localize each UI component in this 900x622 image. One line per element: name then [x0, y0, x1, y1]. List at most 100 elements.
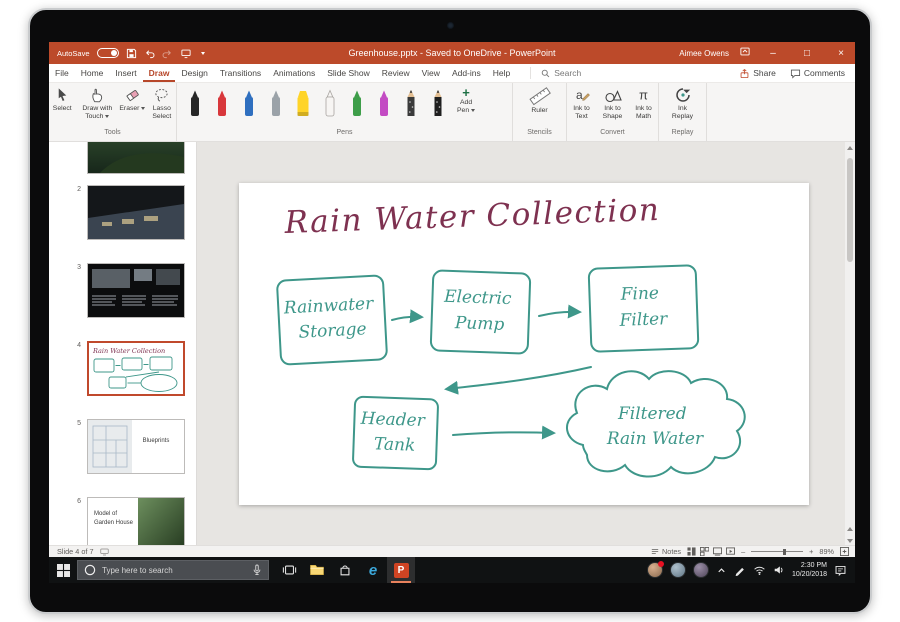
tab-help[interactable]: Help	[487, 64, 516, 82]
pen-red[interactable]	[208, 88, 235, 124]
reading-view-icon[interactable]	[713, 547, 722, 556]
pen-blue[interactable]	[235, 88, 262, 124]
pen-silver[interactable]	[262, 88, 289, 124]
thumbnail-number: 5	[65, 420, 81, 427]
edge-button[interactable]: e	[359, 557, 387, 583]
slide-sorter-view-icon[interactable]	[700, 547, 709, 556]
ruler-button[interactable]: Ruler	[518, 86, 562, 129]
people-avatar-1[interactable]	[647, 562, 663, 578]
action-center-icon[interactable]	[834, 564, 847, 577]
search-box[interactable]: Search	[530, 67, 581, 80]
zoom-slider[interactable]	[751, 548, 803, 556]
pen-black[interactable]	[181, 88, 208, 124]
powerpoint-taskbar-button[interactable]: P	[387, 557, 415, 583]
highlighter-yellow[interactable]	[289, 88, 316, 124]
ink-to-shape-button[interactable]: Ink to Shape	[598, 86, 627, 129]
next-slide-button[interactable]	[845, 536, 855, 543]
close-button[interactable]: ×	[829, 42, 853, 64]
notes-button[interactable]: Notes	[651, 547, 681, 556]
add-pen-button[interactable]: + Add Pen	[457, 86, 475, 129]
ink-to-math-button[interactable]: π Ink to Math	[629, 86, 658, 129]
ink-to-text-button[interactable]: a Ink to Text	[567, 86, 596, 129]
share-icon	[739, 68, 750, 79]
tab-design[interactable]: Design	[175, 64, 213, 82]
thumbnail-slide-2[interactable]	[87, 185, 185, 240]
scroll-up-icon[interactable]	[847, 146, 853, 150]
pen-magenta[interactable]	[370, 88, 397, 124]
people-avatar-2[interactable]	[670, 562, 686, 578]
tab-transitions[interactable]: Transitions	[214, 64, 267, 82]
customize-qat-icon[interactable]	[201, 52, 205, 55]
share-label: Share	[753, 68, 776, 78]
svg-text:Model of: Model of	[94, 511, 117, 517]
powerpoint-icon: P	[394, 563, 409, 578]
tab-view[interactable]: View	[416, 64, 446, 82]
undo-icon[interactable]	[144, 48, 155, 59]
tab-insert[interactable]: Insert	[109, 64, 142, 82]
present-icon[interactable]	[180, 48, 192, 59]
comments-button[interactable]: Comments	[790, 68, 845, 79]
ink-box-fine-filter	[589, 265, 699, 352]
scrollbar-thumb[interactable]	[847, 158, 853, 262]
tray-chevron-up-icon[interactable]	[716, 565, 727, 576]
tab-draw[interactable]: Draw	[143, 64, 176, 82]
surface-pen-icon[interactable]	[734, 564, 746, 576]
tab-home[interactable]: Home	[75, 64, 110, 82]
select-button[interactable]: Select	[49, 86, 75, 129]
zoom-percent[interactable]: 89%	[819, 547, 834, 556]
user-name[interactable]: Aimee Owens	[679, 49, 729, 58]
clock[interactable]: 2:30 PM 10/20/2018	[792, 561, 827, 579]
normal-view-icon[interactable]	[687, 547, 696, 556]
pen-white[interactable]	[316, 88, 343, 124]
thumbnail-slide-3[interactable]	[87, 263, 185, 318]
wifi-icon[interactable]	[753, 565, 766, 576]
pen-green[interactable]	[343, 88, 370, 124]
people-avatar-3[interactable]	[693, 562, 709, 578]
accessibility-icon[interactable]	[100, 548, 109, 556]
ribbon-group-tools: Select Draw with Touch Eraser	[49, 83, 177, 141]
thumbnail-slide-4-selected[interactable]: Rain Water Collection	[87, 341, 185, 396]
task-view-button[interactable]	[275, 557, 303, 583]
windows-logo-icon	[57, 564, 70, 577]
redo-icon[interactable]	[162, 48, 173, 59]
ribbon-display-options-icon[interactable]	[739, 44, 751, 62]
share-button[interactable]: Share	[739, 68, 776, 79]
group-label-stencils: Stencils	[513, 129, 566, 141]
previous-slide-button[interactable]	[845, 523, 855, 531]
zoom-in-button[interactable]: +	[809, 547, 813, 556]
pen-galaxy[interactable]	[424, 88, 451, 124]
microsoft-store-button[interactable]	[331, 557, 359, 583]
slide-canvas: Rain Water Collection Rainwater Storage …	[197, 142, 845, 545]
slide-indicator: Slide 4 of 7	[57, 547, 94, 556]
start-button[interactable]	[49, 557, 77, 583]
slide-editing-surface[interactable]: Rain Water Collection Rainwater Storage …	[239, 183, 809, 505]
file-explorer-button[interactable]	[303, 557, 331, 583]
tab-add-ins[interactable]: Add-ins	[446, 64, 487, 82]
volume-icon[interactable]	[773, 564, 785, 576]
thumbnail-slide-1[interactable]	[87, 142, 185, 174]
tab-review[interactable]: Review	[376, 64, 416, 82]
eraser-button[interactable]: Eraser	[119, 86, 145, 129]
tab-animations[interactable]: Animations	[267, 64, 321, 82]
taskbar-search-box[interactable]: Type here to search	[77, 560, 269, 580]
microphone-icon[interactable]	[252, 564, 262, 576]
lasso-select-button[interactable]: Lasso Select	[148, 86, 176, 129]
minimize-button[interactable]: –	[761, 42, 785, 64]
pencil-dark[interactable]	[397, 88, 424, 124]
autosave-toggle[interactable]	[97, 48, 119, 58]
maximize-button[interactable]: □	[795, 42, 819, 64]
eraser-icon	[124, 86, 141, 104]
ink-to-math-icon: π	[635, 86, 653, 104]
save-icon[interactable]	[126, 48, 137, 59]
slideshow-view-icon[interactable]	[726, 547, 735, 556]
vertical-scrollbar[interactable]	[845, 142, 855, 545]
thumbnail-slide-6[interactable]: Model ofGarden House	[87, 497, 185, 545]
tab-file[interactable]: File	[49, 64, 75, 82]
thumbnail-slide-5[interactable]: Blueprints	[87, 419, 185, 474]
screen: AutoSave Greenhouse.p	[49, 42, 855, 583]
tab-slide-show[interactable]: Slide Show	[321, 64, 376, 82]
draw-with-touch-button[interactable]: Draw with Touch	[77, 86, 117, 129]
fit-to-window-icon[interactable]	[840, 547, 849, 556]
ink-replay-button[interactable]: Ink Replay	[663, 86, 703, 129]
zoom-out-button[interactable]: –	[741, 547, 745, 556]
